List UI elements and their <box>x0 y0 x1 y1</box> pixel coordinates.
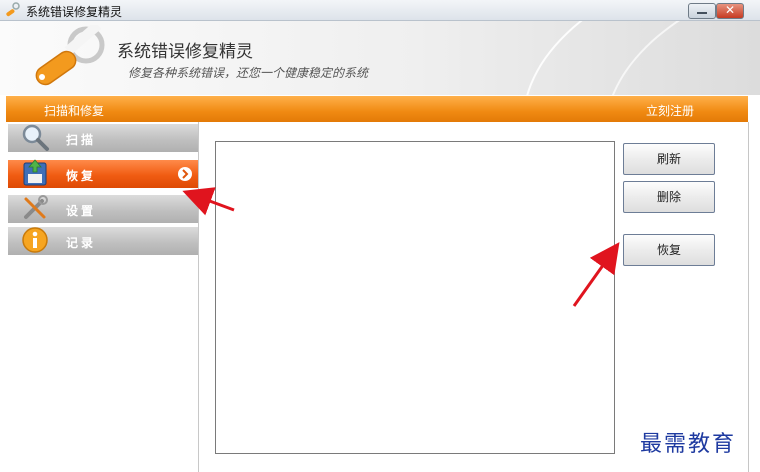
sidebar-item-settings[interactable]: 设置 <box>8 195 198 223</box>
info-icon <box>22 227 48 253</box>
minimize-icon <box>697 12 707 14</box>
sidebar: 扫描 恢复 设置 记录 <box>6 122 199 472</box>
section-title: 扫描和修复 <box>44 104 105 118</box>
refresh-button[interactable]: 刷新 <box>623 143 715 175</box>
wrench-logo-icon <box>35 25 105 86</box>
window-title: 系统错误修复精灵 <box>26 5 123 19</box>
restore-points-list[interactable] <box>215 141 615 454</box>
title-bar: 系统错误修复精灵 ✕ <box>0 0 760 21</box>
watermark-text: 最需教育 <box>640 432 737 457</box>
app-wrench-icon <box>6 2 20 17</box>
sidebar-item-label: 设置 <box>66 204 97 218</box>
sidebar-item-log[interactable]: 记录 <box>8 227 198 255</box>
sidebar-item-label: 恢复 <box>66 169 97 183</box>
magnifier-icon <box>22 124 49 151</box>
register-link[interactable]: 立刻注册 <box>646 102 694 119</box>
sidebar-item-restore[interactable]: 恢复 <box>8 159 198 188</box>
close-button[interactable]: ✕ <box>716 3 744 19</box>
section-header-bar: 扫描和修复 立刻注册 <box>6 96 748 122</box>
sidebar-item-scan[interactable]: 扫描 <box>8 124 198 152</box>
app-slogan: 修复各种系统错误，还您一个健康稳定的系统 <box>128 66 369 80</box>
restore-button[interactable]: 恢复 <box>623 234 715 266</box>
close-icon: ✕ <box>724 3 736 17</box>
restore-disk-icon <box>23 159 47 186</box>
app-name: 系统错误修复精灵 <box>117 42 253 62</box>
tools-icon <box>24 195 48 219</box>
sidebar-item-label: 扫描 <box>66 133 97 147</box>
header-banner: 系统错误修复精灵 修复各种系统错误，还您一个健康稳定的系统 <box>0 21 760 95</box>
sidebar-item-label: 记录 <box>66 236 97 250</box>
delete-button[interactable]: 删除 <box>623 181 715 213</box>
chevron-right-icon <box>178 167 192 181</box>
minimize-button[interactable] <box>688 3 716 19</box>
